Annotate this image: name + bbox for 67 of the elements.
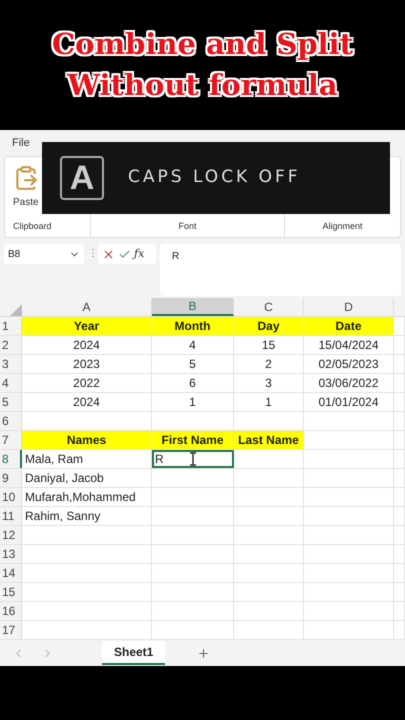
group-label: Alignment bbox=[322, 220, 363, 233]
row-number[interactable]: 7 bbox=[0, 431, 22, 449]
row-number[interactable]: 8 bbox=[0, 450, 22, 468]
table-cell-text: 1 bbox=[189, 394, 196, 411]
column-title: Day bbox=[257, 318, 280, 335]
table-cell-text: 15 bbox=[262, 337, 276, 354]
table-cell-text: Rahim, Sanny bbox=[25, 508, 100, 525]
column-title: Year bbox=[74, 318, 100, 335]
table-cell-text: 2 bbox=[265, 356, 272, 373]
column-header[interactable]: C bbox=[234, 298, 304, 316]
separator-handle: ⋮ bbox=[88, 247, 94, 261]
table-cell-text: Mala, Ram bbox=[25, 451, 84, 468]
column-title: Names bbox=[66, 432, 106, 449]
paste-button[interactable]: Paste bbox=[13, 195, 39, 210]
table-cell-text: 2024 bbox=[73, 394, 100, 411]
caption-title: Without formula bbox=[67, 71, 338, 100]
row-number[interactable]: 17 bbox=[0, 621, 22, 639]
row-number[interactable]: 9 bbox=[0, 469, 22, 487]
formula-input[interactable]: R bbox=[160, 244, 401, 296]
table-cell-text: 1 bbox=[265, 394, 272, 411]
row-number[interactable]: 10 bbox=[0, 488, 22, 506]
caps-lock-status: CAPS LOCK OFF bbox=[128, 166, 301, 190]
table-cell-text: 15/04/2024 bbox=[318, 337, 379, 354]
row-number[interactable]: 5 bbox=[0, 393, 22, 411]
column-header[interactable]: D bbox=[304, 298, 394, 316]
table-cell-text: 4 bbox=[189, 337, 196, 354]
table-cell-text: 5 bbox=[189, 356, 196, 373]
name-box[interactable]: B8 bbox=[4, 244, 84, 264]
table-cell-text: R bbox=[155, 451, 164, 468]
function-icon[interactable]: ƒx bbox=[134, 246, 144, 262]
table-cell-text: Daniyal, Jacob bbox=[25, 470, 104, 487]
active-cell[interactable]: R bbox=[152, 450, 234, 468]
row-number[interactable]: 6 bbox=[0, 412, 22, 430]
key-indicator: A bbox=[60, 156, 104, 200]
table-cell-text: 3 bbox=[265, 375, 272, 392]
row-number[interactable]: 1 bbox=[0, 317, 22, 335]
column-title: Last Name bbox=[238, 432, 299, 449]
row-number[interactable]: 13 bbox=[0, 545, 22, 563]
row-number[interactable]: 2 bbox=[0, 336, 22, 354]
table-cell-text: 03/06/2022 bbox=[318, 375, 379, 392]
column-header[interactable]: B bbox=[152, 298, 234, 316]
row-number[interactable]: 12 bbox=[0, 526, 22, 544]
caption-title: Combine and Split bbox=[52, 30, 353, 59]
row-number[interactable]: 3 bbox=[0, 355, 22, 373]
table-cell-text: Mufarah,Mohammed bbox=[25, 489, 136, 506]
row-number[interactable]: 11 bbox=[0, 507, 22, 525]
group-label: Clipboard bbox=[13, 220, 53, 233]
table-cell-text: 2022 bbox=[73, 375, 100, 392]
row-number[interactable]: 4 bbox=[0, 374, 22, 392]
row-number[interactable]: 16 bbox=[0, 602, 22, 620]
text-cursor-icon bbox=[189, 452, 197, 466]
column-title: Date bbox=[335, 318, 362, 335]
ribbon-tab[interactable]: File bbox=[8, 134, 34, 152]
add-sheet-icon[interactable] bbox=[197, 646, 210, 660]
row-number[interactable]: 14 bbox=[0, 564, 22, 582]
table-cell-text: 01/01/2024 bbox=[318, 394, 379, 411]
column-title: First Name bbox=[161, 432, 224, 449]
table-cell-text: 2023 bbox=[73, 356, 100, 373]
column-title: Month bbox=[174, 318, 210, 335]
cancel-icon[interactable] bbox=[102, 248, 115, 260]
table-cell-text: 2024 bbox=[73, 337, 100, 354]
table-cell-text: 02/05/2023 bbox=[318, 356, 379, 373]
row-number[interactable]: 15 bbox=[0, 583, 22, 601]
group-label: Font bbox=[178, 220, 196, 232]
sheet-tab[interactable]: Sheet1 bbox=[102, 641, 166, 665]
check-icon[interactable] bbox=[118, 248, 131, 260]
table-cell-text: 6 bbox=[189, 375, 196, 392]
